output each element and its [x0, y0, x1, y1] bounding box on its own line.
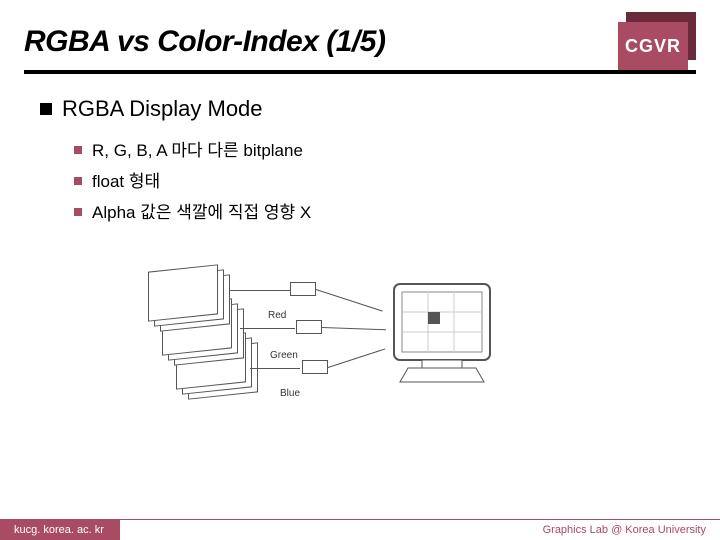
section-heading: RGBA Display Mode: [40, 96, 680, 122]
square-bullet-icon: [40, 103, 52, 115]
square-bullet-icon: [74, 177, 82, 185]
footer-right-label: Graphics Lab @ Korea University: [543, 524, 706, 536]
label-blue: Blue: [280, 388, 300, 399]
bitplane-red: [148, 264, 218, 321]
title-bar: RGBA vs Color-Index (1/5): [24, 14, 696, 70]
brand-badge: CGVR: [614, 12, 696, 74]
footer-left-label: kucg. korea. ac. kr: [0, 520, 120, 540]
list-item-text: Alpha 값은 색깔에 직접 영향 X: [92, 203, 311, 222]
monitor-icon: [388, 278, 508, 403]
arrow-line: [322, 327, 386, 330]
arrow-line: [240, 328, 295, 329]
dac-box: [290, 282, 316, 296]
label-red: Red: [268, 310, 286, 321]
title-underline: [24, 70, 696, 74]
square-bullet-icon: [74, 146, 82, 154]
arrow-line: [328, 348, 385, 367]
arrow-line: [316, 289, 383, 312]
list-item-text: R, G, B, A 마다 다른 bitplane: [92, 141, 303, 160]
bullet-list: R, G, B, A 마다 다른 bitplane float 형태 Alpha…: [74, 136, 680, 223]
badge-label: CGVR: [618, 22, 688, 70]
list-item: float 형태: [74, 167, 680, 192]
footer: kucg. korea. ac. kr Graphics Lab @ Korea…: [0, 516, 720, 540]
bitplane-diagram: Blue Green Red: [130, 250, 550, 450]
label-green: Green: [270, 350, 298, 361]
square-bullet-icon: [74, 208, 82, 216]
slide-title: RGBA vs Color-Index (1/5): [24, 25, 385, 59]
slide: RGBA vs Color-Index (1/5) CGVR RGBA Disp…: [0, 0, 720, 540]
heading-text: RGBA Display Mode: [62, 96, 263, 121]
list-item-text: float 형태: [92, 172, 160, 191]
list-item: R, G, B, A 마다 다른 bitplane: [74, 136, 680, 161]
dac-box: [296, 320, 322, 334]
content-area: RGBA Display Mode R, G, B, A 마다 다른 bitpl…: [40, 96, 680, 229]
arrow-line: [250, 368, 300, 369]
dac-box: [302, 360, 328, 374]
list-item: Alpha 값은 색깔에 직접 영향 X: [74, 198, 680, 223]
arrow-line: [230, 290, 290, 291]
